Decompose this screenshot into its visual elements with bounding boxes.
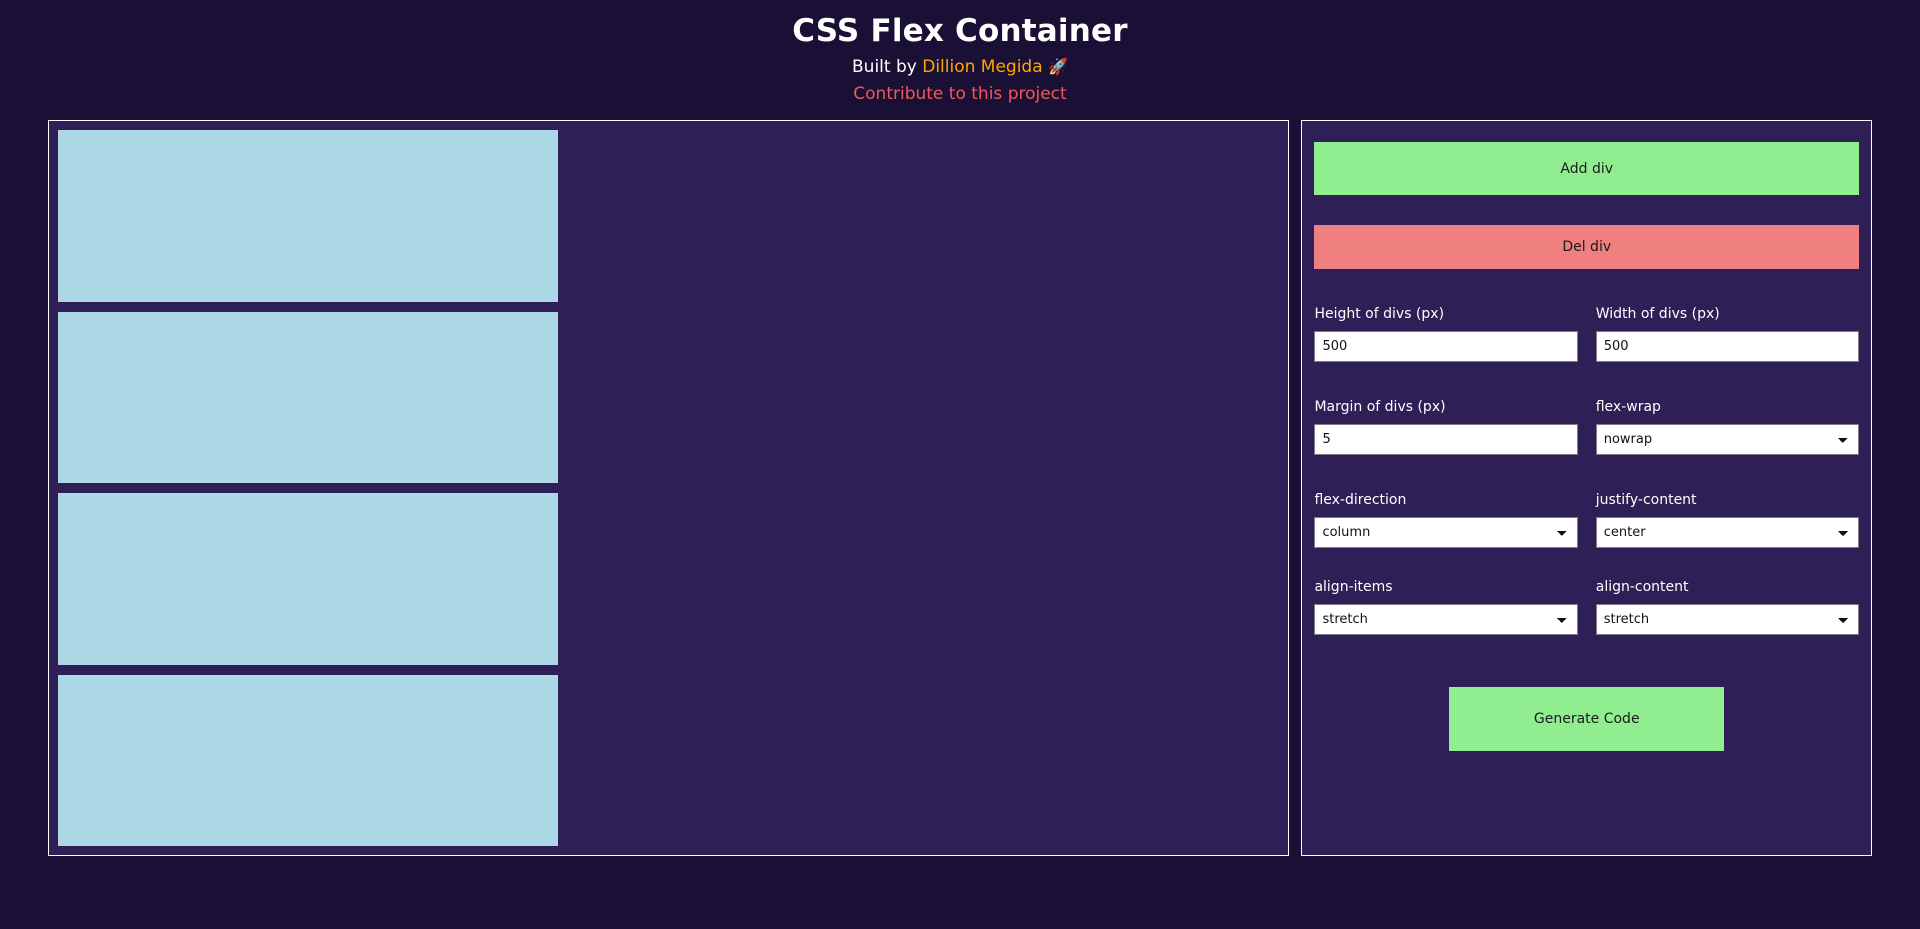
built-by-line: Built by Dillion Megida 🚀 — [0, 56, 1920, 78]
add-div-button[interactable]: Add div — [1314, 142, 1859, 195]
flex-item[interactable] — [58, 130, 558, 302]
justify-content-label: justify-content — [1595, 492, 1697, 508]
flex-item[interactable] — [58, 311, 558, 483]
generate-code-row: Generate Code — [1314, 687, 1859, 751]
contribute-link[interactable]: Contribute to this project — [853, 83, 1066, 105]
field-height: Height of divs (px) — [1314, 305, 1578, 362]
align-content-label: align-content — [1595, 579, 1689, 595]
flex-wrap-select[interactable]: nowrapwrapwrap-reverse — [1595, 424, 1860, 455]
field-width: Width of divs (px) — [1595, 305, 1860, 362]
margin-input[interactable] — [1314, 424, 1578, 455]
flex-item[interactable] — [58, 674, 558, 846]
margin-label: Margin of divs (px) — [1314, 399, 1446, 415]
field-justify-content: justify-content flex-startflex-endcenter… — [1595, 491, 1860, 548]
main-content: Add div Del div Height of divs (px) Widt… — [0, 120, 1920, 856]
align-content-select[interactable]: stretchflex-startflex-endcenterspace-bet… — [1595, 604, 1860, 635]
field-flex-wrap: flex-wrap nowrapwrapwrap-reverse — [1595, 398, 1860, 455]
field-align-content: align-content stretchflex-startflex-endc… — [1595, 578, 1860, 635]
field-flex-direction: flex-direction rowrow-reversecolumncolum… — [1314, 491, 1578, 548]
built-by-prefix: Built by — [852, 57, 917, 77]
justify-content-select[interactable]: flex-startflex-endcenterspace-betweenspa… — [1595, 517, 1860, 548]
author-link[interactable]: Dillion Megida — [922, 57, 1042, 77]
flex-item[interactable] — [58, 493, 558, 665]
generate-code-button[interactable]: Generate Code — [1449, 687, 1725, 751]
page-header: CSS Flex Container Built by Dillion Megi… — [0, 0, 1920, 105]
width-label: Width of divs (px) — [1595, 306, 1720, 322]
height-label: Height of divs (px) — [1314, 306, 1445, 322]
field-row-margin-wrap: Margin of divs (px) flex-wrap nowrapwrap… — [1314, 398, 1860, 455]
flex-direction-label: flex-direction — [1314, 492, 1407, 508]
flex-preview-panel — [48, 120, 1290, 856]
field-align-items: align-items stretchflex-startflex-endcen… — [1314, 578, 1578, 635]
width-input[interactable] — [1595, 331, 1860, 362]
flex-direction-select[interactable]: rowrow-reversecolumncolumn-reverse — [1314, 517, 1578, 548]
align-items-label: align-items — [1314, 579, 1393, 595]
height-input[interactable] — [1314, 331, 1578, 362]
field-row-align: align-items stretchflex-startflex-endcen… — [1314, 578, 1860, 635]
controls-panel: Add div Del div Height of divs (px) Widt… — [1301, 120, 1872, 856]
field-margin: Margin of divs (px) — [1314, 398, 1578, 455]
align-items-select[interactable]: stretchflex-startflex-endcenterbaseline — [1314, 604, 1578, 635]
rocket-icon: 🚀 — [1048, 57, 1068, 76]
page-title: CSS Flex Container — [792, 13, 1128, 49]
flex-wrap-label: flex-wrap — [1595, 399, 1661, 415]
field-row-direction-justify: flex-direction rowrow-reversecolumncolum… — [1314, 491, 1860, 548]
field-row-size: Height of divs (px) Width of divs (px) — [1314, 305, 1860, 362]
del-div-button[interactable]: Del div — [1314, 225, 1859, 269]
